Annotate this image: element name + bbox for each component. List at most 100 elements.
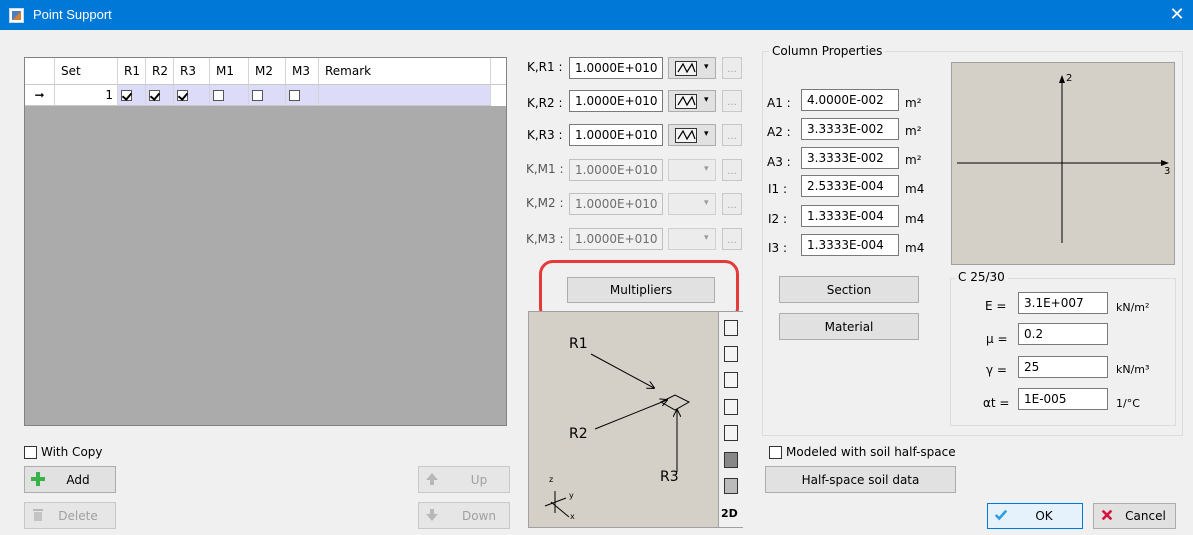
gamma-unit: kN/m³ [1116, 363, 1150, 376]
i1-input[interactable]: 2.5333E-004 [801, 175, 899, 197]
a3-input[interactable]: 3.3333E-002 [801, 147, 899, 169]
m2-checkbox[interactable] [252, 89, 263, 101]
kr3-ellipsis-button[interactable]: ... [722, 124, 742, 146]
view-front-icon[interactable] [724, 346, 738, 362]
mu-input[interactable]: 0.2 [1018, 323, 1108, 345]
col-header-remark[interactable]: Remark [319, 58, 491, 85]
gamma-input[interactable]: 25 [1018, 356, 1108, 378]
kr2-type-dropdown[interactable]: ▾ [668, 90, 716, 112]
kr3-type-dropdown[interactable]: ▾ [668, 124, 716, 146]
km1-label: K,M1 : [526, 162, 564, 176]
col-header-m1[interactable]: M1 [210, 58, 249, 85]
km1-input[interactable]: 1.0000E+010 [569, 159, 663, 181]
col-header-r3[interactable]: R3 [174, 58, 210, 85]
kr3-label: K,R3 : [527, 128, 563, 142]
m1-checkbox[interactable] [213, 89, 224, 101]
r1-checkbox[interactable] [121, 89, 132, 101]
column-properties-legend: Column Properties [769, 44, 886, 58]
e-input[interactable]: 3.1E+007 [1018, 292, 1108, 314]
up-button[interactable]: Up [418, 466, 510, 493]
m1-cell[interactable] [210, 85, 249, 106]
km3-type-dropdown[interactable]: ▾ [668, 228, 716, 250]
view-back-icon[interactable] [724, 372, 738, 388]
section-axes-preview: 2 3 [951, 62, 1175, 265]
up-label: Up [470, 472, 488, 487]
trash-icon [33, 509, 43, 521]
r3-cell[interactable] [174, 85, 210, 106]
r2-cell[interactable] [146, 85, 174, 106]
close-icon[interactable]: ✕ [1167, 4, 1187, 25]
remark-cell[interactable] [319, 85, 491, 106]
col-header-r2[interactable]: R2 [146, 58, 174, 85]
i3-unit: m4 [905, 241, 925, 255]
view-bottom-icon[interactable] [724, 478, 738, 494]
axis-y-label: y [569, 491, 574, 500]
km2-ellipsis-button[interactable]: ... [722, 193, 742, 215]
chevron-down-icon: ▾ [704, 164, 709, 174]
alpha-t-input[interactable]: 1E-005 [1018, 388, 1108, 410]
r1-cell[interactable] [118, 85, 146, 106]
i2-input[interactable]: 1.3333E-004 [801, 205, 899, 227]
km3-input[interactable]: 1.0000E+010 [569, 228, 663, 250]
row-indicator-icon: ➞ [25, 85, 55, 106]
kr1-type-dropdown[interactable]: ▾ [668, 57, 716, 79]
view-iso-icon[interactable] [724, 320, 738, 336]
sets-table: Set R1 R2 R3 M1 M2 M3 Remark ➞ 1 [24, 57, 507, 426]
ok-button[interactable]: OK [987, 503, 1083, 529]
a2-input[interactable]: 3.3333E-002 [801, 118, 899, 140]
down-button[interactable]: Down [418, 502, 510, 529]
km2-type-dropdown[interactable]: ▾ [668, 193, 716, 215]
axis-3-label: 3 [1164, 166, 1171, 177]
kr3-input[interactable]: 1.0000E+010 [569, 124, 663, 146]
cancel-button[interactable]: Cancel [1093, 503, 1176, 529]
view-left-icon[interactable] [724, 399, 738, 415]
cancel-x-icon [1101, 509, 1113, 521]
table-row[interactable]: ➞ 1 [25, 85, 506, 106]
chevron-down-icon: ▾ [704, 129, 709, 139]
m3-cell[interactable] [286, 85, 319, 106]
axis-z-label: z [549, 475, 554, 484]
soil-half-space-label: Modeled with soil half-space [786, 445, 956, 459]
soil-half-space-checkbox[interactable] [769, 446, 782, 459]
i3-input[interactable]: 1.3333E-004 [801, 234, 899, 256]
col-header-r1[interactable]: R1 [118, 58, 146, 85]
r2-checkbox[interactable] [149, 89, 160, 101]
m2-cell[interactable] [249, 85, 286, 106]
m3-checkbox[interactable] [289, 89, 300, 101]
i3-label: I3 : [768, 241, 788, 255]
a2-label: A2 : [767, 125, 791, 139]
a1-input[interactable]: 4.0000E-002 [801, 89, 899, 111]
kr2-label: K,R2 : [527, 96, 563, 110]
view-2d-button[interactable]: 2D [721, 507, 738, 520]
add-button[interactable]: Add [24, 466, 116, 493]
chevron-down-icon: ▾ [704, 95, 709, 105]
chevron-down-icon: ▾ [704, 198, 709, 208]
a3-label: A3 : [767, 155, 791, 169]
kr1-ellipsis-button[interactable]: ... [722, 57, 742, 79]
col-header-set[interactable]: Set [55, 58, 118, 85]
r3-checkbox[interactable] [177, 89, 188, 101]
plus-icon [31, 472, 45, 486]
kr2-ellipsis-button[interactable]: ... [722, 90, 742, 112]
km2-input[interactable]: 1.0000E+010 [569, 193, 663, 215]
r1-arrow-label: R1 [569, 336, 588, 352]
view-top-icon[interactable] [724, 452, 738, 468]
col-header-m2[interactable]: M2 [249, 58, 286, 85]
half-space-soil-data-button[interactable]: Half-space soil data [765, 466, 956, 493]
delete-label: Delete [58, 508, 98, 523]
kr2-input[interactable]: 1.0000E+010 [569, 90, 663, 112]
km3-ellipsis-button[interactable]: ... [722, 228, 742, 250]
view-right-icon[interactable] [724, 425, 738, 441]
km1-ellipsis-button[interactable]: ... [722, 159, 742, 181]
header-filler [491, 58, 506, 85]
section-button[interactable]: Section [779, 276, 919, 303]
col-header-m3[interactable]: M3 [286, 58, 319, 85]
kr1-input[interactable]: 1.0000E+010 [569, 57, 663, 79]
spring-icon [675, 94, 697, 109]
set-number[interactable]: 1 [55, 85, 118, 106]
material-button[interactable]: Material [779, 313, 919, 340]
km1-type-dropdown[interactable]: ▾ [668, 159, 716, 181]
multipliers-button[interactable]: Multipliers [567, 277, 715, 303]
with-copy-checkbox[interactable] [24, 446, 37, 459]
delete-button[interactable]: Delete [24, 502, 116, 529]
